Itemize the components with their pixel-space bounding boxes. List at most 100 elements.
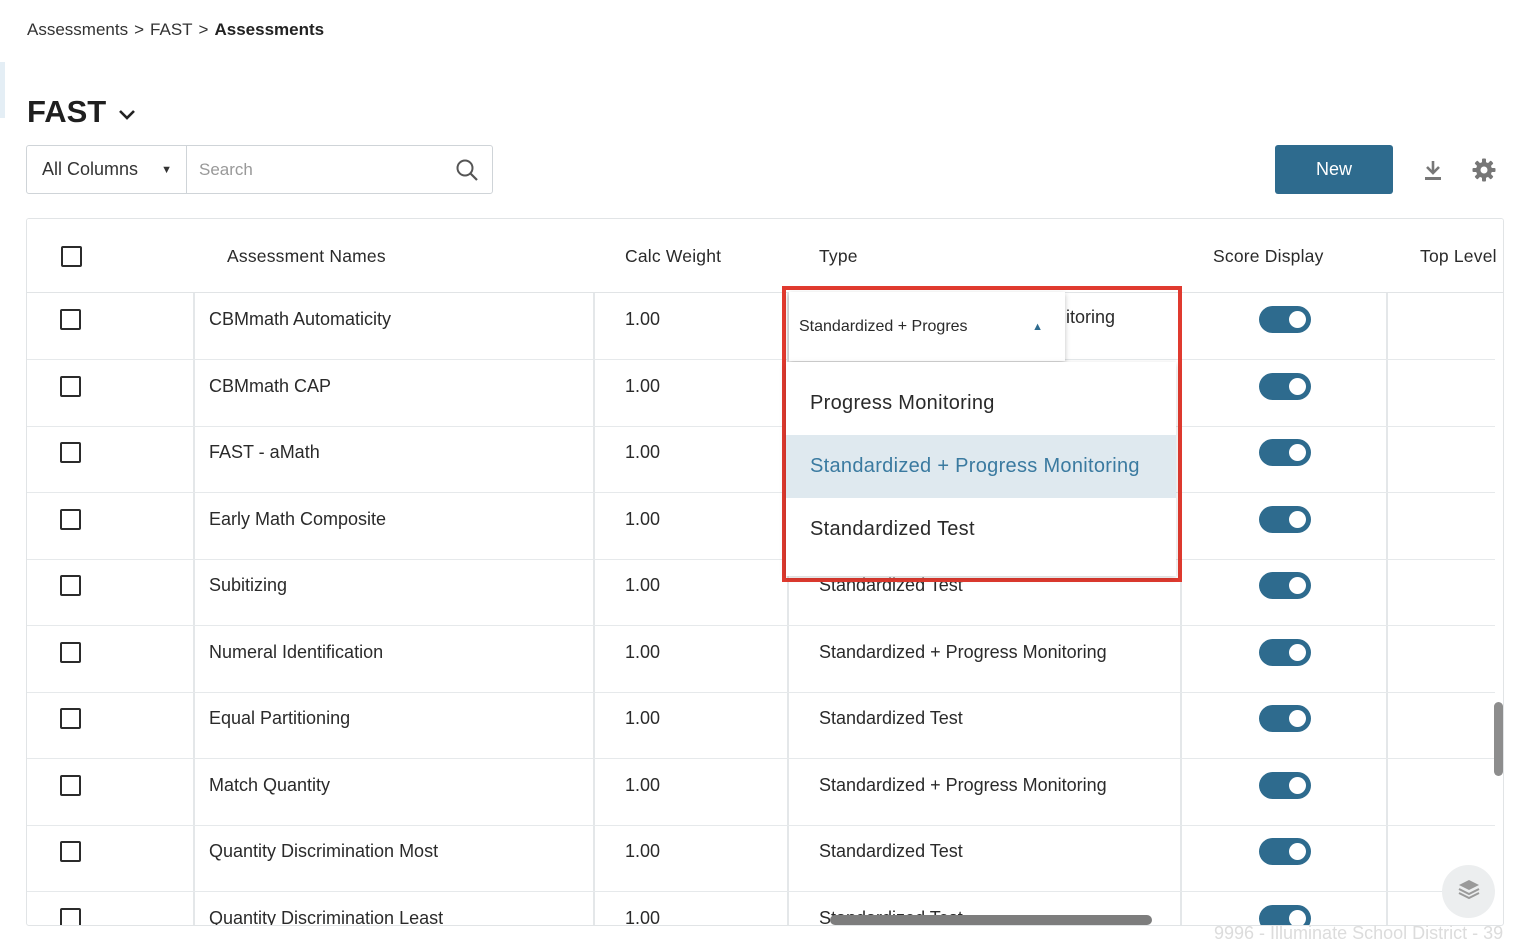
row-select-cell (60, 692, 81, 745)
score-display-toggle[interactable] (1259, 638, 1311, 666)
assessment-name[interactable]: CBMmath Automaticity (209, 293, 391, 346)
table-row[interactable]: Numeral Identification 1.00 Standardized +… (27, 626, 1495, 693)
row-checkbox[interactable] (60, 774, 81, 796)
header-calc-weight[interactable]: Calc Weight (625, 219, 721, 293)
row-select-cell (60, 825, 81, 878)
layers-button[interactable] (1442, 865, 1495, 918)
header-type[interactable]: Type (819, 219, 858, 293)
breadcrumb-current: Assessments (214, 20, 325, 39)
column-filter-select[interactable]: All Columns ▼ (27, 146, 187, 193)
score-display-toggle[interactable] (1259, 505, 1311, 533)
header-assessment-names[interactable]: Assessment Names (227, 219, 386, 293)
breadcrumb-assessments-link[interactable]: Assessments (27, 20, 128, 40)
score-display-cell (1259, 559, 1311, 612)
caret-down-icon: ▼ (161, 163, 172, 176)
calc-weight: 1.00 (625, 309, 661, 329)
type-select[interactable]: Standardized + Progres ▲ (789, 292, 1065, 361)
score-display-toggle[interactable] (1259, 838, 1311, 865)
calc-weight: 1.00 (625, 641, 661, 662)
row-select-cell (60, 759, 81, 812)
row-select-cell (60, 892, 81, 925)
assessment-name[interactable]: FAST - aMath (209, 426, 320, 479)
caret-up-icon: ▲ (1032, 320, 1043, 333)
header-score-display[interactable]: Score Display (1213, 219, 1324, 293)
district-watermark: 9996 - Illuminate School District - 39 (1214, 923, 1504, 943)
type-option-standardized-test[interactable]: Standardized Test (786, 498, 1176, 561)
assessment-name[interactable]: Match Quantity (209, 759, 330, 812)
score-display-cell (1259, 825, 1311, 878)
assessment-name[interactable]: Equal Partitioning (209, 692, 350, 745)
table-row[interactable]: Early Math Composite 1.00 (27, 493, 1495, 560)
row-select-cell (60, 426, 81, 479)
assessment-type[interactable]: Standardized + Progress Monitoring (819, 626, 1107, 679)
new-button[interactable]: New (1275, 145, 1393, 194)
table-row[interactable]: Equal Partitioning 1.00 Standardized Test (27, 692, 1495, 759)
row-select-cell (60, 626, 81, 679)
type-option-progress-monitoring[interactable]: Progress Monitoring (786, 372, 1176, 435)
calc-weight: 1.00 (625, 907, 661, 926)
score-display-toggle[interactable] (1259, 572, 1311, 599)
header-top-level[interactable]: Top Level (1420, 219, 1497, 293)
search-input[interactable] (187, 146, 442, 193)
row-select-cell (60, 360, 81, 413)
table-header: Assessment Names Calc Weight Type Score … (27, 219, 1503, 293)
page-title-selector[interactable]: FAST (27, 94, 136, 130)
table-row[interactable]: Subitizing 1.00 Standardized Test (27, 559, 1495, 626)
assessment-name[interactable]: Quantity Discrimination Least (209, 892, 443, 926)
row-checkbox[interactable] (60, 708, 81, 729)
table-row[interactable]: CBMmath Automaticity 1.00 (27, 293, 1495, 360)
row-checkbox[interactable] (60, 375, 81, 397)
row-checkbox[interactable] (60, 309, 81, 330)
table-row[interactable]: Quantity Discrimination Most 1.00 Standard… (27, 825, 1495, 892)
calc-weight: 1.00 (625, 508, 661, 529)
assessment-type[interactable]: Standardized Test (819, 825, 963, 878)
row-checkbox[interactable] (60, 907, 81, 925)
score-display-cell (1259, 360, 1311, 413)
search-icon[interactable] (442, 146, 492, 193)
row-checkbox[interactable] (60, 575, 81, 596)
assessment-type[interactable]: Standardized + Progress Monitoring (819, 759, 1107, 812)
calc-weight: 1.00 (625, 442, 661, 462)
row-checkbox[interactable] (60, 841, 81, 862)
assessment-name[interactable]: Early Math Composite (209, 493, 386, 546)
type-select-value: Standardized + Progres (799, 317, 968, 335)
score-display-cell (1259, 892, 1311, 925)
score-display-toggle[interactable] (1259, 771, 1311, 799)
row-checkbox[interactable] (60, 442, 81, 463)
breadcrumb-separator: > (198, 20, 209, 39)
table-row[interactable]: FAST - aMath 1.00 (27, 426, 1495, 493)
score-display-toggle[interactable] (1259, 705, 1311, 732)
type-option-standardized-progress-monitoring[interactable]: Standardized + Progress Monitoring (786, 435, 1176, 498)
breadcrumb-separator: > (134, 20, 145, 39)
assessment-type[interactable]: Standardized Test (819, 692, 963, 745)
score-display-toggle[interactable] (1259, 306, 1311, 333)
row-checkbox[interactable] (60, 508, 81, 530)
horizontal-scrollbar[interactable] (830, 915, 1152, 925)
table-row[interactable]: Quantity Discrimination Least1.00Standar… (27, 892, 1495, 926)
score-display-toggle[interactable] (1259, 372, 1311, 400)
download-icon[interactable] (1421, 158, 1445, 182)
left-accent-bar (0, 62, 5, 118)
score-display-cell (1259, 626, 1311, 679)
score-display-toggle[interactable] (1259, 439, 1311, 466)
assessment-name[interactable]: CBMmath CAP (209, 360, 331, 413)
breadcrumb-fast-link[interactable]: FAST (150, 20, 193, 40)
assessment-name[interactable]: Numeral Identification (209, 626, 383, 679)
chevron-down-icon[interactable] (118, 105, 136, 126)
row-select-cell (60, 493, 81, 546)
type-cell-partial-text: itoring (1066, 307, 1116, 327)
breadcrumb: Assessments > FAST > Assessments (27, 20, 324, 40)
assessment-name[interactable]: Quantity Discrimination Most (209, 825, 438, 878)
gear-icon[interactable] (1472, 158, 1496, 182)
select-all-checkbox[interactable] (61, 245, 82, 267)
table-row[interactable]: Match Quantity 1.00 Standardized + Progres… (27, 759, 1495, 826)
assessment-name[interactable]: Subitizing (209, 559, 287, 612)
assessments-grid: Assessment Names Calc Weight Type Score … (26, 218, 1504, 926)
score-display-cell (1259, 293, 1311, 346)
table-row[interactable]: CBMmath CAP 1.00 (27, 360, 1495, 427)
page-title: FAST (27, 94, 107, 129)
score-display-cell (1259, 426, 1311, 479)
row-checkbox[interactable] (60, 641, 81, 663)
vertical-scrollbar[interactable] (1494, 702, 1503, 776)
calc-weight: 1.00 (625, 774, 661, 795)
